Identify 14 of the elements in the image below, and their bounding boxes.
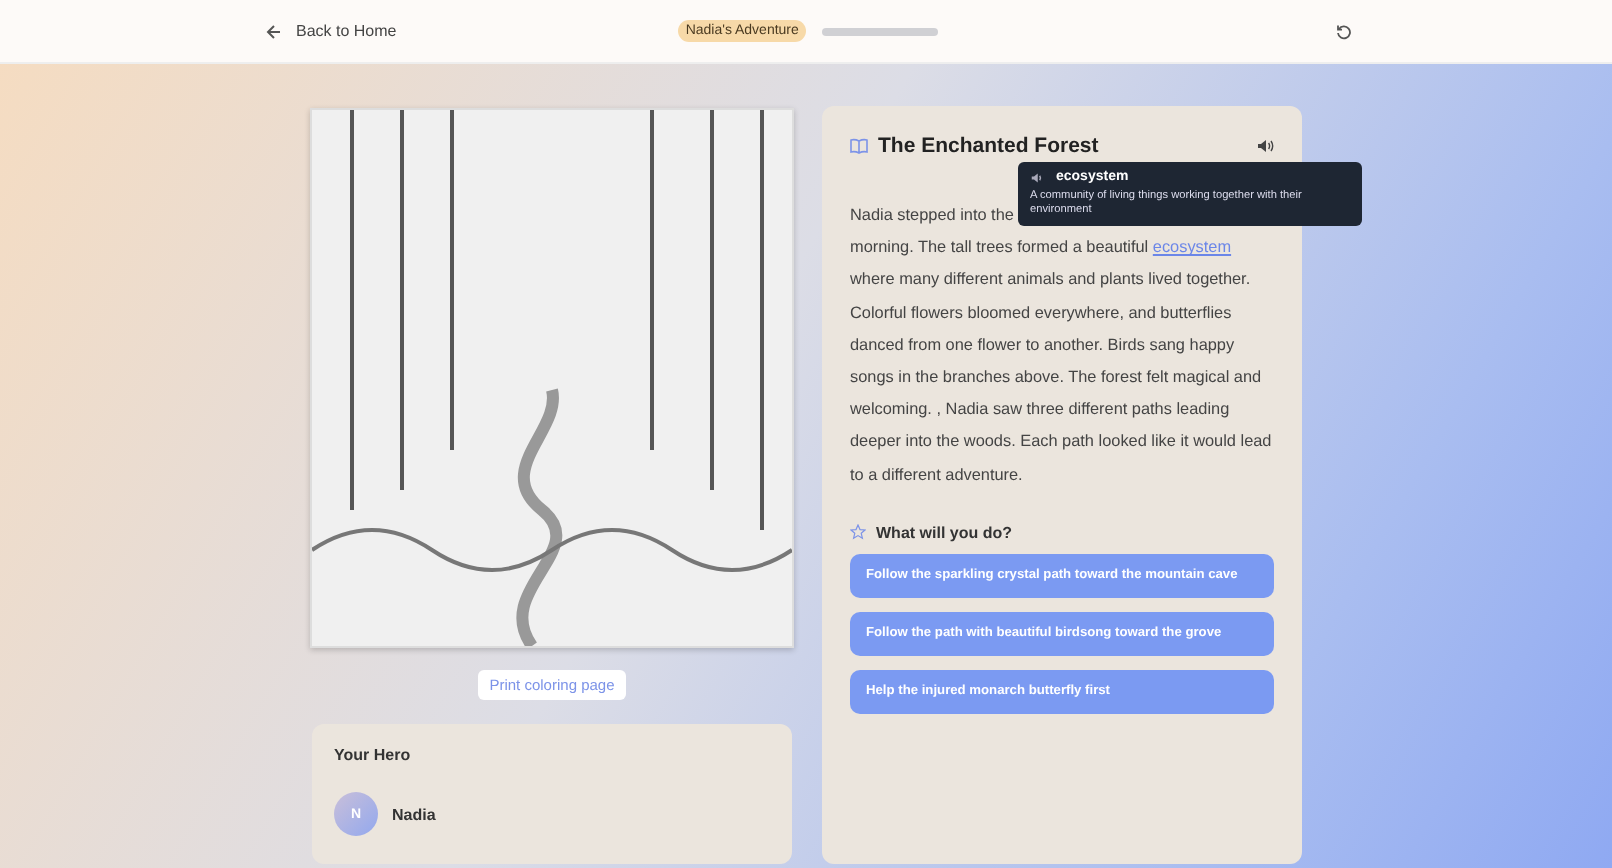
hero-heading: Your Hero: [334, 746, 413, 764]
story-title: The Enchanted Forest: [878, 134, 1101, 158]
star-icon: [850, 524, 866, 541]
refresh-icon: [1336, 23, 1352, 39]
arrow-left-icon: [266, 23, 282, 39]
speaker-icon: [1256, 138, 1274, 154]
vocabulary-link[interactable]: ecosystem: [1152, 238, 1232, 257]
hero-name: Nadia: [392, 805, 436, 823]
back-button[interactable]: Back to Home: [262, 18, 401, 44]
choices-heading: What will you do?: [876, 523, 1012, 542]
speaker-icon: [1030, 171, 1044, 183]
book-icon: [850, 138, 868, 154]
read-aloud-button[interactable]: [1256, 138, 1274, 154]
restart-button[interactable]: [1336, 23, 1352, 39]
